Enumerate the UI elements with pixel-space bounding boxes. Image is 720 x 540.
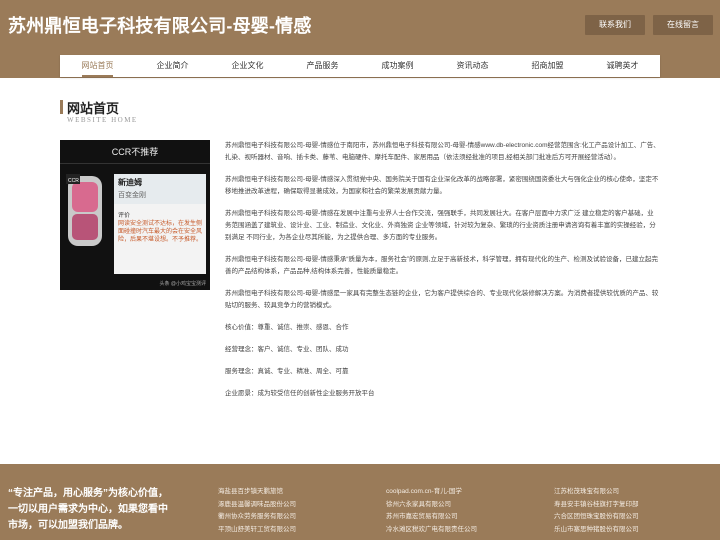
nav-item-cases[interactable]: 成功案例 xyxy=(360,55,435,77)
product-name: 新迪姆 xyxy=(118,178,142,187)
hero-image-caption: CCR不推荐 xyxy=(60,140,210,164)
svg-text:CCR: CCR xyxy=(68,178,79,184)
nav-item-home[interactable]: 网站首页 xyxy=(60,55,135,77)
footer-slogan: “专注产品，用心服务”为核心价值，一切以用户需求为中心，如果您看中市场，可以加盟… xyxy=(8,488,168,531)
footer-link[interactable]: 平顶山舒美轩工贸有限公司 xyxy=(218,524,296,537)
intro-paragraph: 苏州鼎恒电子科技有限公司-母婴-情感是一家具有完整生态链的企业，它为客户提供综合… xyxy=(225,290,659,309)
nav-item-culture[interactable]: 企业文化 xyxy=(210,55,285,77)
core-value-line: 核心价值：尊重、诚信、推崇、感恩、合作 xyxy=(225,324,349,331)
company-intro: 苏州鼎恒电子科技有限公司-母婴-情感位于南阳市，苏州鼎恒电子科技有限公司-母婴-… xyxy=(225,140,660,410)
footer-link[interactable]: 六合区团恒珠宝股份有限公司 xyxy=(554,511,639,524)
nav-item-about[interactable]: 企业简介 xyxy=(135,55,210,77)
nav-item-products[interactable]: 产品服务 xyxy=(285,55,360,77)
footer-link[interactable]: 苏州市嘉宏贸易有限公司 xyxy=(386,511,477,524)
footer-link[interactable]: 徐州六永家具有限公司 xyxy=(386,499,477,512)
footer-link-column: coolpad.com.cn-育儿-国学 徐州六永家具有限公司 苏州市嘉宏贸易有… xyxy=(386,486,477,536)
rating-text: 网读安全测试不达标，在发生侧面碰撞时汽车最大的会在安全风险，后果不堪设想。不予推… xyxy=(118,221,203,243)
footer-link[interactable]: 海盐县百步镇天鹏旅馆 xyxy=(218,486,296,499)
contact-us-button[interactable]: 联系我们 xyxy=(585,15,645,35)
hero-rating-panel: 新迪姆 百变金刚 评价 网读安全测试不达标，在发生侧面碰撞时汽车最大的会在安全风… xyxy=(114,174,206,274)
business-philosophy-line: 经营理念：客户、诚信、专业、团队、成功 xyxy=(225,346,349,353)
product-subname: 百变金刚 xyxy=(118,192,146,199)
intro-paragraph: 苏州鼎恒电子科技有限公司-母婴-情感深入贯彻党中央、国务院关于国有企业深化改革的… xyxy=(225,176,659,195)
site-title: 苏州鼎恒电子科技有限公司-母婴-情感 xyxy=(8,16,312,36)
hero-watermark: 头条 @小鸡宝宝测评 xyxy=(159,281,206,287)
footer-link[interactable]: 江苏松茂珠宝有限公司 xyxy=(554,486,639,499)
vision-line: 企业愿景：成为较受信任的创新性企业服务开放平台 xyxy=(225,390,375,397)
online-message-button[interactable]: 在线留言 xyxy=(653,15,713,35)
hero-image: CCR不推荐 CCR 新迪姆 百变金刚 评价 网读安全测试不达标，在发生侧面碰撞… xyxy=(60,140,210,290)
footer-link-column: 江苏松茂珠宝有限公司 寿县安丰镇谷桂旗打字复印部 六合区团恒珠宝股份有限公司 乐… xyxy=(554,486,639,536)
footer-link-column: 海盐县百步镇天鹏旅馆 涿鹿县温馨调味品股份公司 衢州协众劳务服务有限公司 平顶山… xyxy=(218,486,296,536)
footer-link[interactable]: 寿县安丰镇谷桂旗打字复印部 xyxy=(554,499,639,512)
car-seat-image: CCR xyxy=(66,174,102,246)
site-footer: “专注产品，用心服务”为核心价值，一切以用户需求为中心，如果您看中市场，可以加盟… xyxy=(0,464,720,540)
footer-link[interactable]: 冷水滩区税欢广电有限责任公司 xyxy=(386,524,477,537)
nav-item-careers[interactable]: 诚聘英才 xyxy=(585,55,660,77)
rating-label: 评价 xyxy=(118,213,131,219)
footer-link[interactable]: 衢州协众劳务服务有限公司 xyxy=(218,511,296,524)
service-philosophy-line: 服务理念：真诚、专业、精准、周全、可靠 xyxy=(225,368,349,375)
nav-item-news[interactable]: 资讯动态 xyxy=(435,55,510,77)
intro-paragraph: 苏州鼎恒电子科技有限公司-母婴-情感位于南阳市，苏州鼎恒电子科技有限公司-母婴-… xyxy=(225,142,660,161)
section-title: 网站首页 xyxy=(67,101,120,116)
footer-link[interactable]: 涿鹿县温馨调味品股份公司 xyxy=(218,499,296,512)
section-subtitle: WEBSITE HOME xyxy=(67,116,138,124)
section-accent-bar xyxy=(60,100,63,114)
footer-link[interactable]: 乐山市塞思种猪股份有限公司 xyxy=(554,524,639,537)
nav-item-franchise[interactable]: 招商加盟 xyxy=(510,55,585,77)
intro-paragraph: 苏州鼎恒电子科技有限公司-母婴-情感秉承“质量为本，服务社会”的原则,立足于高新… xyxy=(225,256,658,275)
footer-link[interactable]: coolpad.com.cn-育儿-国学 xyxy=(386,486,477,499)
main-nav: 网站首页 企业简介 企业文化 产品服务 成功案例 资讯动态 招商加盟 诚聘英才 xyxy=(60,55,660,77)
intro-paragraph: 苏州鼎恒电子科技有限公司-母婴-情感在发展中注重与业界人士合作交流，强强联手，共… xyxy=(225,210,656,241)
